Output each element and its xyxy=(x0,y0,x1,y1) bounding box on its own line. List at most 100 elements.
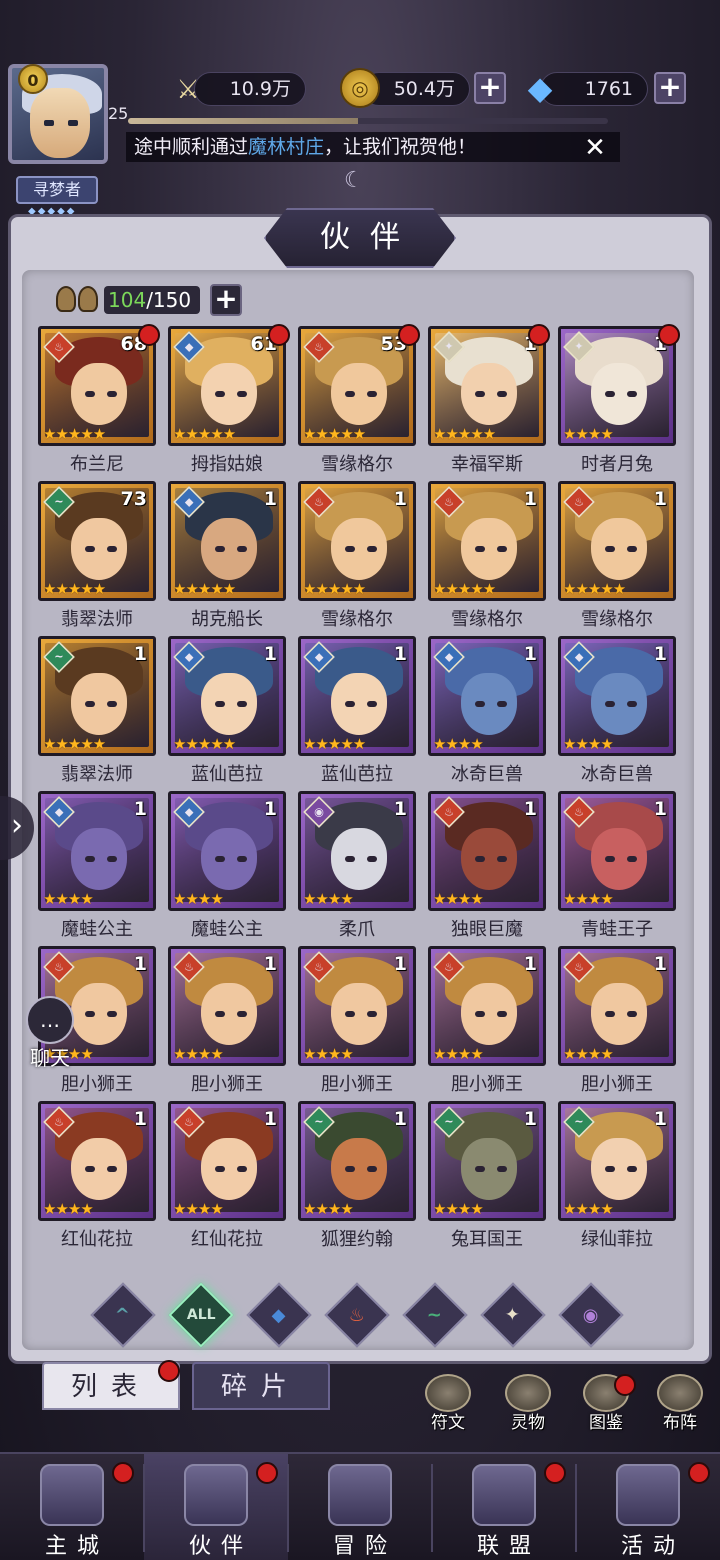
partner-card[interactable]: ♨ 1 ★★★★★ xyxy=(558,481,676,601)
portrait-eye xyxy=(345,1166,355,1172)
add-gold-button[interactable]: + xyxy=(474,72,506,104)
partner-card[interactable]: ♨ 1 ★★★★ xyxy=(428,791,546,911)
partner-card[interactable]: ♨ 1 ★★★★ xyxy=(558,946,676,1066)
portrait-face xyxy=(201,518,257,580)
expand-capacity-button[interactable]: + xyxy=(210,284,242,316)
filter-wind2-button[interactable]: ^ xyxy=(90,1282,156,1348)
portrait-eye xyxy=(215,701,225,707)
notification-dot xyxy=(688,1462,710,1484)
portrait-face xyxy=(331,983,387,1045)
partner-card[interactable]: ♨ 1 ★★★★ xyxy=(428,946,546,1066)
side-tool-button[interactable]: 布阵 xyxy=(652,1374,708,1434)
portrait-face xyxy=(71,363,127,425)
portrait-eye xyxy=(605,546,615,552)
side-tool-button[interactable]: 灵物 xyxy=(500,1374,556,1434)
portrait-eye xyxy=(85,546,95,552)
partner-card[interactable]: ♨ 53 ★★★★★ xyxy=(298,326,416,446)
portrait-eye xyxy=(367,1011,377,1017)
partner-card[interactable]: ♨ 1 ★★★★★ xyxy=(428,481,546,601)
partner-card[interactable]: ✦ 1 ★★★★★ xyxy=(428,326,546,446)
tab-fragments[interactable]: 碎片 xyxy=(192,1362,330,1410)
partner-card[interactable]: ◆ 61 ★★★★★ xyxy=(168,326,286,446)
notification-dot xyxy=(268,324,290,346)
filter-fire-button[interactable]: ♨ xyxy=(324,1282,390,1348)
partner-card[interactable]: ◆ 1 ★★★★ xyxy=(38,791,156,911)
partner-card[interactable]: ♨ 1 ★★★★★ xyxy=(298,481,416,601)
notification-dot xyxy=(398,324,420,346)
partner-level: 1 xyxy=(263,643,277,665)
side-tool-button[interactable]: 符文 xyxy=(420,1374,476,1434)
nav-item[interactable]: 冒险 xyxy=(288,1454,432,1560)
portrait-face xyxy=(71,1138,127,1200)
notification-dot xyxy=(158,1360,180,1382)
partner-card[interactable]: ✦ 1 ★★★★ xyxy=(558,326,676,446)
ticker-highlight: 魔林村庄 xyxy=(248,136,325,158)
portrait-eye xyxy=(215,391,225,397)
portrait-eye xyxy=(627,391,637,397)
partner-card[interactable]: ~73 ★★★★★ xyxy=(38,481,156,601)
partner-name: 青蛙王子 xyxy=(581,919,653,940)
partner-card[interactable]: ~1 ★★★★ xyxy=(298,1101,416,1221)
partner-level: 1 xyxy=(393,953,407,975)
star-rating: ★★★★★ xyxy=(303,735,366,753)
partner-card[interactable]: ♨ 1 ★★★★ xyxy=(298,946,416,1066)
star-rating: ★★★★ xyxy=(173,1045,224,1063)
portrait-eye xyxy=(237,391,247,397)
partner-card[interactable]: ♨ 1 ★★★★ xyxy=(168,946,286,1066)
partner-name: 胆小狮王 xyxy=(451,1074,523,1095)
partner-name: 胆小狮王 xyxy=(581,1074,653,1095)
partner-level: 1 xyxy=(393,488,407,510)
filter-wind-button[interactable]: ~ xyxy=(402,1282,468,1348)
portrait-eye xyxy=(85,1011,95,1017)
partner-name: 狐狸约翰 xyxy=(321,1229,393,1250)
filter-water-button[interactable]: ◆ xyxy=(246,1282,312,1348)
partner-name: 雪缘格尔 xyxy=(321,609,393,630)
close-icon[interactable]: ✕ xyxy=(580,134,610,162)
portrait-eye xyxy=(107,701,117,707)
portrait-eye xyxy=(85,391,95,397)
portrait-eye xyxy=(107,391,117,397)
chat-bubble-icon: … xyxy=(26,996,74,1044)
filter-dark-button[interactable]: ◉ xyxy=(558,1282,624,1348)
partner-card[interactable]: ~1 ★★★★★ xyxy=(38,636,156,756)
partner-card[interactable]: ◆ 1 ★★★★★ xyxy=(168,636,286,756)
partner-card[interactable]: ~1 ★★★★ xyxy=(428,1101,546,1221)
partner-card[interactable]: ◆ 1 ★★★★★ xyxy=(168,481,286,601)
element-filter-bar: ^ ALL ◆ ♨ ~ ✦ ◉ xyxy=(84,1282,644,1352)
title-badge[interactable]: 寻梦者 xyxy=(16,176,98,204)
vip-badge: 0 xyxy=(18,64,48,94)
player-level: 25 xyxy=(108,104,129,123)
portrait-eye xyxy=(237,856,247,862)
partner-card[interactable]: ◆ 1 ★★★★ xyxy=(168,791,286,911)
portrait-face xyxy=(331,673,387,735)
nav-label: 主城 xyxy=(44,1534,109,1559)
star-rating: ★★★★ xyxy=(173,890,224,908)
partner-card[interactable]: ◉ 1 ★★★★ xyxy=(298,791,416,911)
partner-card[interactable]: ♨ 68 ★★★★★ xyxy=(38,326,156,446)
partner-level: 1 xyxy=(523,643,537,665)
partner-card[interactable]: ♨ 1 ★★★★ xyxy=(38,1101,156,1221)
partner-name: 翡翠法师 xyxy=(61,764,133,785)
portrait-face xyxy=(71,518,127,580)
portrait-eye xyxy=(475,701,485,707)
partner-screen: 0 25 10.9万 ⚔ 50.4万 ◎ + 1761 ◆ + 途中顺利通过魔林… xyxy=(0,0,720,1560)
star-rating: ★★★★ xyxy=(563,735,614,753)
partner-card[interactable]: ◆ 1 ★★★★★ xyxy=(298,636,416,756)
partner-level: 1 xyxy=(393,1108,407,1130)
partner-card[interactable]: ♨ 1 ★★★★ xyxy=(168,1101,286,1221)
filter-light-button[interactable]: ✦ xyxy=(480,1282,546,1348)
partner-card[interactable]: ◆ 1 ★★★★ xyxy=(558,636,676,756)
notification-dot xyxy=(528,324,550,346)
filter-wind-icon: ~ xyxy=(427,1304,443,1326)
partner-name: 雪缘格尔 xyxy=(321,454,393,475)
chat-button[interactable]: … 聊天 xyxy=(20,996,80,1070)
side-tool-icon xyxy=(505,1374,551,1412)
partner-name: 拇指姑娘 xyxy=(191,454,263,475)
partner-card[interactable]: ~1 ★★★★ xyxy=(558,1101,676,1221)
portrait-face xyxy=(461,518,517,580)
partner-name: 雪缘格尔 xyxy=(581,609,653,630)
filter-all-button[interactable]: ALL xyxy=(168,1282,234,1348)
partner-card[interactable]: ◆ 1 ★★★★ xyxy=(428,636,546,756)
partner-card[interactable]: ♨ 1 ★★★★ xyxy=(558,791,676,911)
add-diamond-button[interactable]: + xyxy=(654,72,686,104)
